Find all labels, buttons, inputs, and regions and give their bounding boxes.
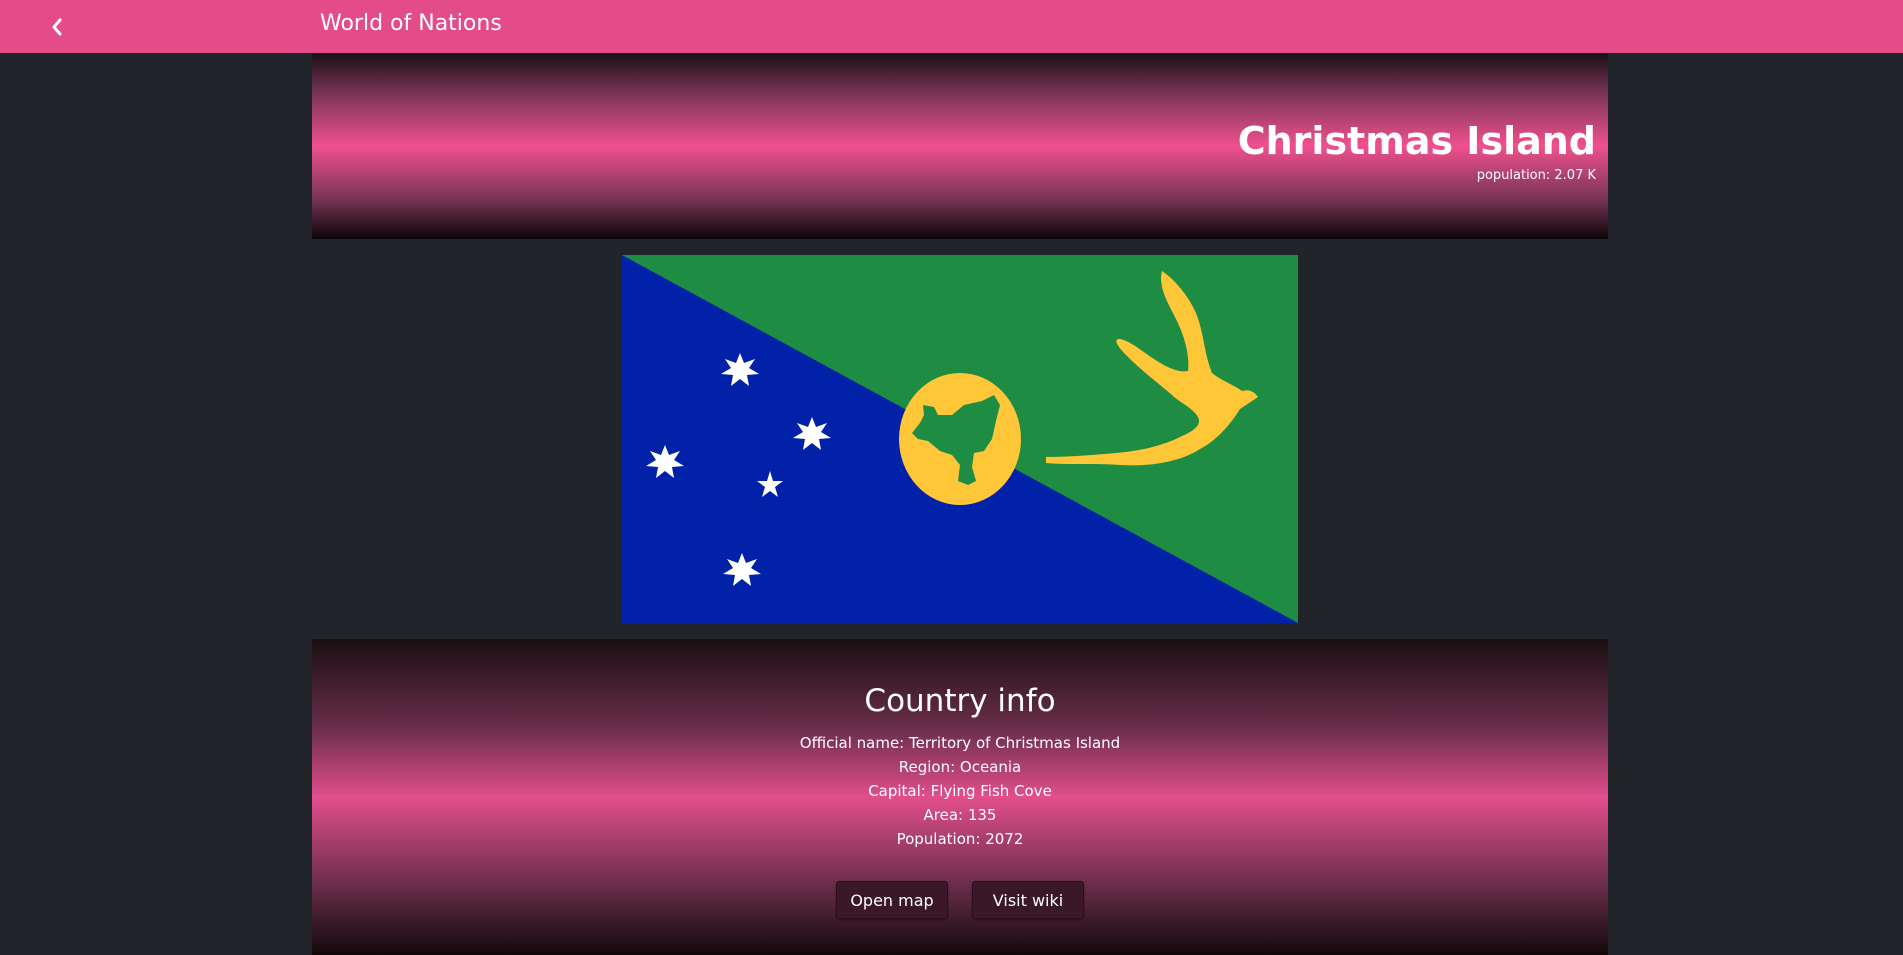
- country-flag: [622, 255, 1298, 623]
- region-line: Region: Oceania: [898, 758, 1022, 776]
- official-name-line: Official name: Territory of Christmas Is…: [799, 734, 1121, 752]
- chevron-left-icon: [52, 18, 62, 36]
- country-hero-banner: Christmas Island population: 2.07 K: [312, 53, 1608, 239]
- open-map-button[interactable]: Open map: [836, 881, 948, 919]
- back-button[interactable]: [42, 12, 72, 42]
- app-header: World of Nations: [0, 0, 1903, 53]
- action-buttons: Open map Visit wiki: [312, 881, 1608, 919]
- population-summary: population: 2.07 K: [1476, 168, 1596, 183]
- capital-line: Capital: Flying Fish Cove: [868, 782, 1052, 800]
- country-name: Christmas Island: [1237, 119, 1596, 163]
- app-title: World of Nations: [320, 11, 502, 36]
- central-disc: [899, 373, 1021, 505]
- country-info-list: Official name: Territory of Christmas Is…: [312, 731, 1608, 851]
- visit-wiki-button[interactable]: Visit wiki: [972, 881, 1084, 919]
- area-line: Area: 135: [923, 806, 997, 824]
- country-info-title: Country info: [864, 683, 1056, 719]
- country-info-panel: Country info Official name: Territory of…: [312, 639, 1608, 955]
- population-line: Population: 2072: [896, 830, 1024, 848]
